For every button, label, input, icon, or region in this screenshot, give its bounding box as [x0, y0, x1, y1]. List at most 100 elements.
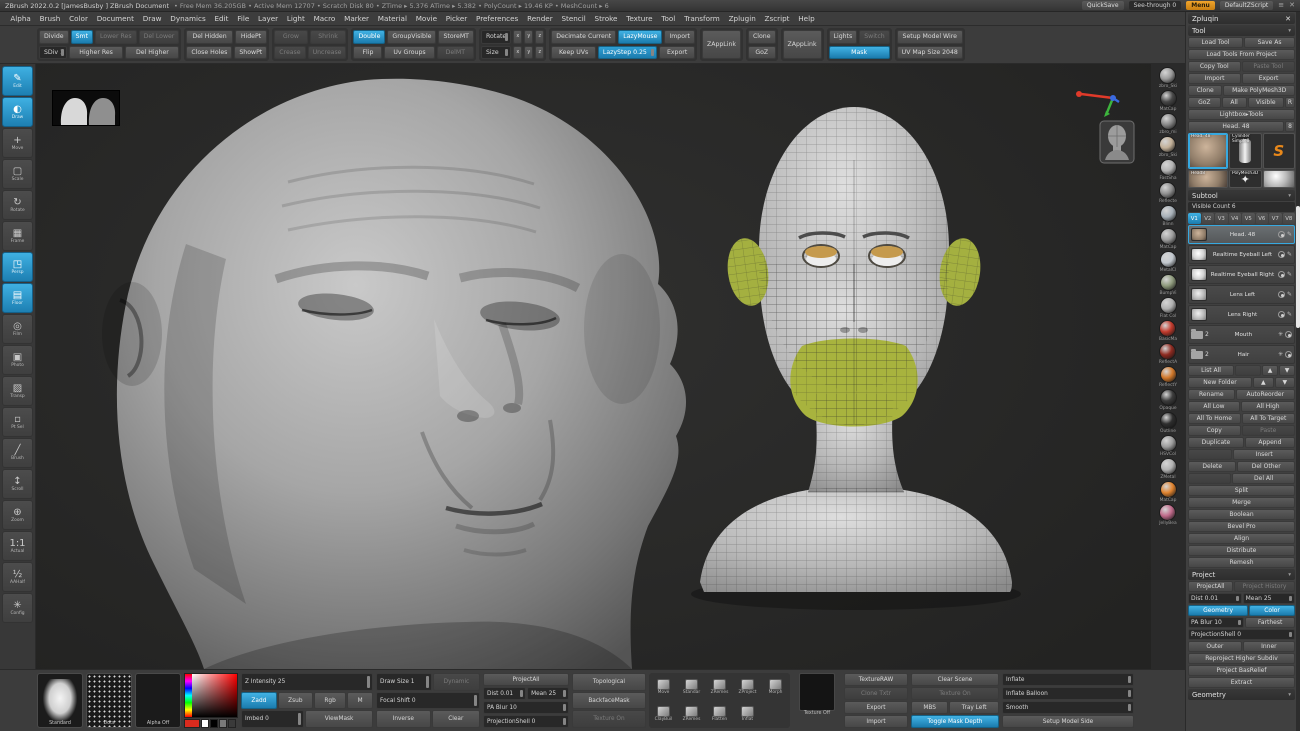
- menu-dynamics[interactable]: Dynamics: [166, 14, 210, 23]
- grow-button[interactable]: Grow: [274, 30, 307, 44]
- tool-photo-icon[interactable]: ▣Photo: [2, 345, 33, 375]
- brush-morph-button[interactable]: Morph: [763, 679, 788, 695]
- textureraw-button[interactable]: TextureRAW: [844, 673, 908, 686]
- switch-button[interactable]: Switch: [859, 30, 889, 44]
- color-gradient-area[interactable]: [184, 673, 238, 718]
- uv-groups-button[interactable]: Uv Groups: [384, 46, 434, 60]
- inflate-button[interactable]: Inflate: [1002, 673, 1134, 686]
- copy-button[interactable]: Copy: [1188, 425, 1241, 436]
- shrink-button[interactable]: Shrink: [310, 30, 347, 44]
- tool-move-icon[interactable]: +Move: [2, 128, 33, 158]
- material-blinn[interactable]: Blinn: [1160, 205, 1177, 227]
- dynamic-button[interactable]: Dynamic: [433, 673, 480, 691]
- mean-25-button[interactable]: Mean 25: [1243, 593, 1295, 604]
- menu-button[interactable]: Menu: [1186, 1, 1215, 10]
- tool-persp-icon[interactable]: ◳Persp: [2, 252, 33, 282]
- tool-scale-icon[interactable]: ▢Scale: [2, 159, 33, 189]
- material-matcap[interactable]: MatCap: [1160, 481, 1177, 503]
- darkgray-swatch[interactable]: [228, 719, 236, 728]
- tool-transp-icon[interactable]: ▨Transp: [2, 376, 33, 406]
- item-button[interactable]: [1188, 449, 1232, 460]
- projectall-button[interactable]: ProjectAll: [483, 673, 569, 686]
- mask-button[interactable]: Mask: [829, 46, 890, 60]
- bevel-pro-button[interactable]: Bevel Pro: [1188, 521, 1295, 532]
- higher-res-button[interactable]: Higher Res: [69, 46, 124, 60]
- viewmask-button[interactable]: ViewMask: [305, 710, 373, 728]
- x-button[interactable]: x: [513, 30, 522, 44]
- tool-film-icon[interactable]: ◎Film: [2, 314, 33, 344]
- subtool-realtime-eyeball-left[interactable]: Realtime Eyeball Left✎: [1188, 245, 1295, 264]
- clear-button[interactable]: Clear: [432, 710, 480, 728]
- setup-model-wire-button[interactable]: Setup Model Wire: [897, 30, 963, 44]
- tool-scroll-icon[interactable]: ↕Scroll: [2, 469, 33, 499]
- section-header-geometry[interactable]: Geometry▾: [1188, 689, 1295, 700]
- tool-thumb-brush[interactable]: S: [1263, 133, 1296, 169]
- texture-thumb[interactable]: Texture Off: [793, 673, 841, 728]
- scrollbar-thumb[interactable]: [1296, 206, 1300, 328]
- tool-edit-icon[interactable]: ✎Edit: [2, 66, 33, 96]
- menu-layer[interactable]: Layer: [254, 14, 283, 23]
- brush-zremes-button[interactable]: ZRemes: [679, 706, 704, 722]
- tool-thumb-head-48[interactable]: Head. 48: [1188, 133, 1228, 169]
- tool-thumb-head8[interactable]: Head8: [1188, 170, 1228, 188]
- subtool-lens-right[interactable]: Lens Right✎: [1188, 305, 1295, 324]
- menu-draw[interactable]: Draw: [138, 14, 166, 23]
- clone-txtr-button[interactable]: Clone Txtr: [844, 687, 908, 700]
- brush-thumb-alpha-off[interactable]: Alpha Off: [135, 673, 181, 728]
- visibility-eye-icon[interactable]: [1278, 231, 1285, 238]
- paste-tool-button[interactable]: Paste Tool: [1242, 61, 1295, 72]
- setup-model-side-button[interactable]: Setup Model Side: [1002, 715, 1134, 728]
- z-button[interactable]: z: [535, 46, 544, 60]
- material-reflecty[interactable]: ReflectY: [1159, 366, 1177, 388]
- tool-thumb-sphere[interactable]: [1263, 170, 1296, 188]
- del-higher-button[interactable]: Del Higher: [125, 46, 179, 60]
- del-other-button[interactable]: Del Other: [1237, 461, 1295, 472]
- brush-zproject-button[interactable]: ZProject: [735, 679, 760, 695]
- del-hidden-button[interactable]: Del Hidden: [186, 30, 232, 44]
- uncrease-button[interactable]: Uncrease: [308, 46, 347, 60]
- r-button[interactable]: R: [1285, 97, 1295, 108]
- material-reflecte[interactable]: Reflecte: [1159, 182, 1177, 204]
- goz-button[interactable]: GoZ: [748, 46, 776, 60]
- menu-edit[interactable]: Edit: [210, 14, 233, 23]
- 8-button[interactable]: 8: [1285, 121, 1295, 132]
- imbed-0-button[interactable]: Imbed 0: [241, 710, 304, 728]
- extract-button[interactable]: Extract: [1188, 677, 1295, 688]
- lightbox-tools-button[interactable]: Lightbox▸Tools: [1188, 109, 1295, 120]
- menu-stencil[interactable]: Stencil: [557, 14, 590, 23]
- menu-preferences[interactable]: Preferences: [472, 14, 523, 23]
- menu-material[interactable]: Material: [373, 14, 411, 23]
- dist-0-01-button[interactable]: Dist 0.01: [483, 687, 526, 700]
- quicksave-button[interactable]: QuickSave: [1082, 1, 1124, 10]
- material-basicma[interactable]: BasicMa: [1159, 320, 1177, 342]
- axis-gizmo-icon[interactable]: [1073, 86, 1121, 118]
- subtool-realtime-eyeball-right[interactable]: Realtime Eyeball Right✎: [1188, 265, 1295, 284]
- material-flat-col[interactable]: Flat Col: [1160, 297, 1177, 319]
- subtool-head-48[interactable]: Head. 48✎: [1188, 225, 1295, 244]
- tool-brush-icon[interactable]: ╱Brush: [2, 438, 33, 468]
- autoreorder-button[interactable]: AutoReorder: [1236, 389, 1295, 400]
- color-picker[interactable]: [184, 673, 238, 728]
- all-high-button[interactable]: All High: [1241, 401, 1295, 412]
- geometry-button[interactable]: Geometry: [1188, 605, 1248, 616]
- export-button[interactable]: Export: [844, 701, 908, 714]
- tool-thumb-cylinder-simple8[interactable]: Cylinder Simple8: [1229, 133, 1262, 169]
- goz-button[interactable]: GoZ: [1188, 97, 1221, 108]
- section-header-subtool[interactable]: Subtool▾: [1188, 190, 1295, 201]
- brush-flatten-button[interactable]: Flatten: [707, 706, 732, 722]
- save-as-button[interactable]: Save As: [1244, 37, 1295, 48]
- close-holes-button[interactable]: Close Holes: [186, 46, 232, 60]
- brush-thumb-standard[interactable]: Standard: [37, 673, 83, 728]
- sdiv-1-button[interactable]: SDiv 1: [39, 46, 67, 60]
- size-button[interactable]: Size: [481, 46, 511, 60]
- delmt-button[interactable]: DelMT: [437, 46, 474, 60]
- edit-pen-icon[interactable]: ✎: [1287, 271, 1292, 278]
- texture-on-button[interactable]: Texture On: [572, 710, 646, 728]
- menu-help[interactable]: Help: [794, 14, 819, 23]
- hue-strip[interactable]: [185, 674, 192, 717]
- reference-thumbnail[interactable]: [52, 90, 120, 126]
- remesh-button[interactable]: Remesh: [1188, 557, 1295, 568]
- reproject-higher-subdiv-button[interactable]: Reproject Higher Subdiv: [1188, 653, 1295, 664]
- subtool-lens-left[interactable]: Lens Left✎: [1188, 285, 1295, 304]
- import-button[interactable]: Import: [844, 715, 908, 728]
